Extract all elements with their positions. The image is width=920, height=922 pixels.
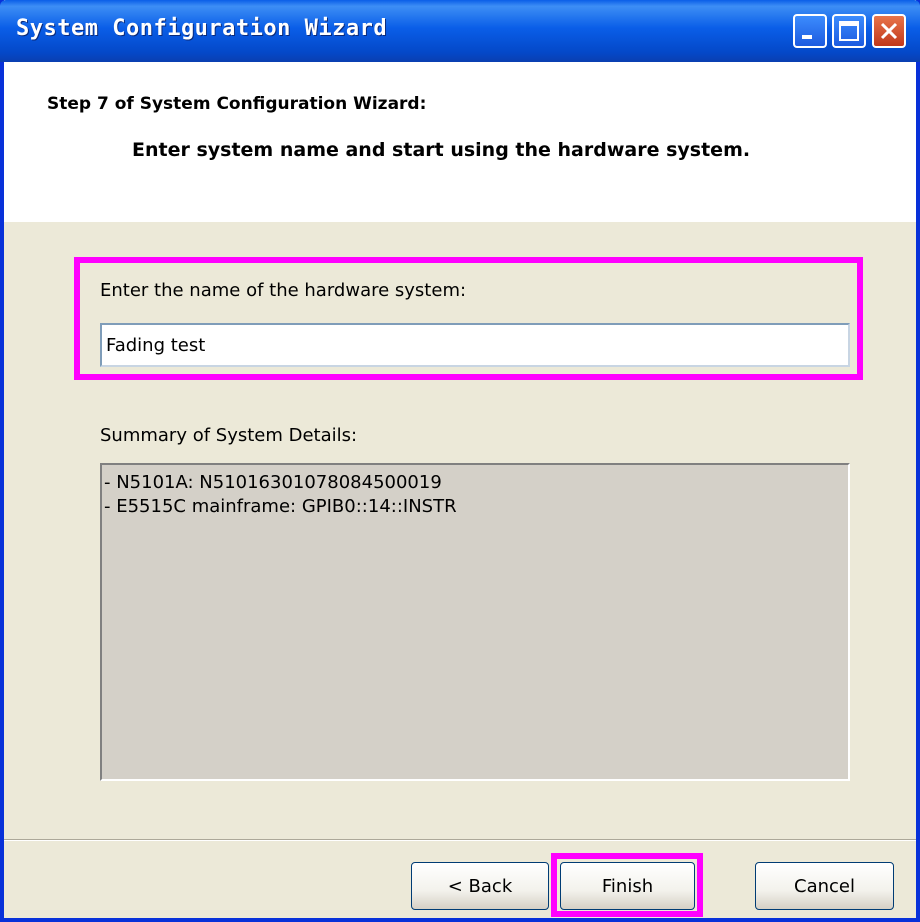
cancel-button[interactable]: Cancel <box>755 862 894 910</box>
back-button[interactable]: < Back <box>411 862 549 910</box>
close-icon <box>880 22 898 40</box>
footer-divider-highlight <box>4 840 916 841</box>
wizard-window: System Configuration Wizard Step 7 of Sy… <box>0 0 920 922</box>
minimize-icon <box>802 35 812 39</box>
wizard-header: Step 7 of System Configuration Wizard: E… <box>4 62 916 222</box>
minimize-button[interactable] <box>793 14 827 48</box>
step-description: Enter system name and start using the ha… <box>132 139 751 161</box>
summary-line: - E5515C mainframe: GPIB0::14::INSTR <box>104 496 457 517</box>
step-title: Step 7 of System Configuration Wizard: <box>47 94 427 114</box>
summary-line: - N5101A: N51016301078084500019 <box>104 472 442 493</box>
maximize-icon <box>839 21 859 41</box>
summary-label: Summary of System Details: <box>100 425 358 446</box>
finish-button[interactable]: Finish <box>560 862 695 910</box>
window-title: System Configuration Wizard <box>16 16 388 41</box>
close-button[interactable] <box>872 14 906 48</box>
system-name-label: Enter the name of the hardware system: <box>100 280 467 301</box>
system-name-input[interactable] <box>100 323 850 367</box>
summary-details-box[interactable]: - N5101A: N51016301078084500019 - E5515C… <box>100 463 850 781</box>
header-divider <box>4 221 916 222</box>
title-bar[interactable]: System Configuration Wizard <box>0 0 920 62</box>
maximize-button[interactable] <box>832 14 866 48</box>
